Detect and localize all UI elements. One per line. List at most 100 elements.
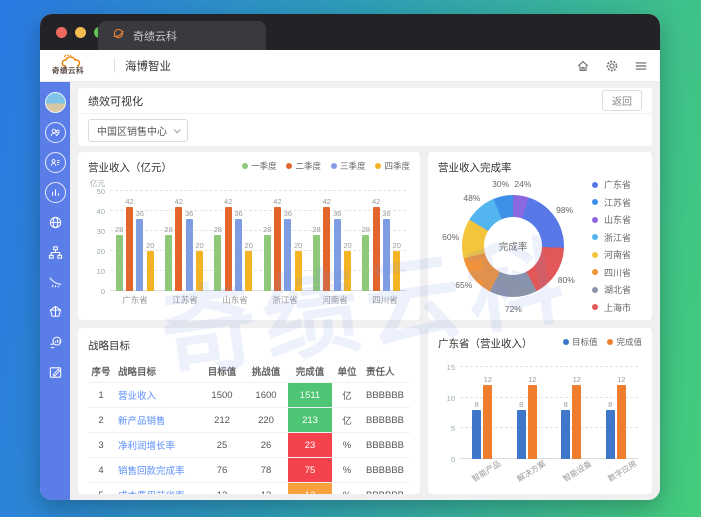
minimize-button[interactable]: [75, 27, 86, 38]
bar-value-label: 28: [263, 225, 271, 234]
menu-icon[interactable]: [633, 58, 648, 73]
bar-group: 28423620: [263, 191, 302, 291]
bar-group: 28423620: [362, 191, 401, 291]
completion-badge: 1511: [288, 383, 332, 407]
bar[interactable]: [235, 219, 242, 291]
bar-value-label: 20: [393, 241, 401, 250]
legend-item[interactable]: 完成值: [607, 336, 642, 348]
legend-dot: [331, 163, 337, 169]
bar-value-label: 12: [617, 375, 625, 384]
y-axis-tick: 30: [89, 227, 105, 236]
bar-wrap: 12: [572, 367, 581, 459]
bar-wrap: 28: [362, 191, 370, 291]
browser-tab[interactable]: 奇绩云科: [98, 21, 266, 50]
goal-link[interactable]: 新产品销售: [118, 413, 166, 427]
sidebar-item-trends[interactable]: [45, 272, 66, 293]
bar[interactable]: [617, 385, 626, 459]
bar[interactable]: [572, 385, 581, 459]
org-selector-dropdown[interactable]: 中国区销售中心: [88, 119, 188, 142]
bar[interactable]: [313, 235, 320, 291]
sidebar-item-quality[interactable]: [45, 302, 66, 323]
bar[interactable]: [284, 219, 291, 291]
bar[interactable]: [383, 219, 390, 291]
bar[interactable]: [136, 219, 143, 291]
donut-slice-label: 30%: [492, 179, 509, 189]
bar-chart-icon: [49, 186, 62, 199]
globe-icon: [48, 215, 63, 230]
bar[interactable]: [186, 219, 193, 291]
sidebar-item-contacts[interactable]: [45, 152, 66, 173]
sidebar-item-analysis[interactable]: [45, 332, 66, 353]
bar[interactable]: [214, 235, 221, 291]
legend-item[interactable]: 河南省: [592, 248, 631, 261]
bar[interactable]: [528, 385, 537, 459]
bar[interactable]: [126, 207, 133, 291]
legend-label: 江苏省: [604, 196, 631, 209]
bar[interactable]: [393, 251, 400, 291]
bar-wrap: 28: [214, 191, 222, 291]
bar[interactable]: [196, 251, 203, 291]
legend-item[interactable]: 浙江省: [592, 231, 631, 244]
legend-label: 三季度: [340, 160, 366, 172]
goal-link[interactable]: 营业收入: [118, 388, 156, 402]
legend-item[interactable]: 一季度: [242, 160, 277, 172]
legend-item[interactable]: 二季度: [286, 160, 321, 172]
bar[interactable]: [165, 235, 172, 291]
unit-cell: 亿: [332, 383, 362, 407]
sidebar-item-users[interactable]: [45, 122, 66, 143]
legend-item[interactable]: 三季度: [331, 160, 366, 172]
bar[interactable]: [561, 410, 570, 459]
bar-value-label: 20: [146, 241, 154, 250]
bar[interactable]: [606, 410, 615, 459]
row-number: 3: [88, 433, 114, 457]
legend-label: 完成值: [616, 336, 642, 348]
sidebar-item-reports[interactable]: [45, 182, 66, 203]
desktop-background: 奇绩云科 奇绩云科 海博智业: [0, 0, 701, 517]
legend-item[interactable]: 广东省: [592, 178, 631, 191]
bar[interactable]: [362, 235, 369, 291]
home-icon[interactable]: [575, 58, 590, 73]
bar-wrap: 28: [164, 191, 172, 291]
back-button[interactable]: 返回: [602, 90, 642, 111]
bar-value-label: 36: [234, 209, 242, 218]
legend-item[interactable]: 江苏省: [592, 196, 631, 209]
avatar[interactable]: [45, 92, 66, 113]
sidebar-item-global[interactable]: [45, 212, 66, 233]
bar[interactable]: [175, 207, 182, 291]
gear-icon[interactable]: [604, 58, 619, 73]
goal-link[interactable]: 销售回款完成率: [118, 463, 185, 477]
bar[interactable]: [295, 251, 302, 291]
sidebar-item-edit[interactable]: [45, 362, 66, 383]
legend-dot: [592, 234, 598, 240]
bar[interactable]: [116, 235, 123, 291]
bar[interactable]: [225, 207, 232, 291]
bar[interactable]: [373, 207, 380, 291]
goal-link[interactable]: 净利润增长率: [118, 438, 175, 452]
bar[interactable]: [264, 235, 271, 291]
legend-label: 浙江省: [604, 231, 631, 244]
bar[interactable]: [147, 251, 154, 291]
bar[interactable]: [472, 410, 481, 459]
x-axis-label: 数字应用: [606, 458, 639, 484]
bar[interactable]: [245, 251, 252, 291]
bar-value-label: 28: [115, 225, 123, 234]
legend-item[interactable]: 四季度: [375, 160, 410, 172]
challenge-value: 220: [244, 408, 288, 432]
donut-center-label: 完成率: [484, 217, 542, 275]
bar[interactable]: [517, 410, 526, 459]
legend-item[interactable]: 上海市: [592, 301, 631, 314]
bar-wrap: 8: [517, 367, 526, 459]
close-button[interactable]: [56, 27, 67, 38]
bar[interactable]: [323, 207, 330, 291]
legend-item[interactable]: 山东省: [592, 213, 631, 226]
sidebar-item-orgchart[interactable]: [45, 242, 66, 263]
goal-link[interactable]: 成本费用节省率: [118, 488, 185, 494]
legend-item[interactable]: 湖北省: [592, 283, 631, 296]
bar[interactable]: [483, 385, 492, 459]
legend-item[interactable]: 四川省: [592, 266, 631, 279]
legend-item[interactable]: 目标值: [563, 336, 598, 348]
bar[interactable]: [344, 251, 351, 291]
browser-window: 奇绩云科 奇绩云科 海博智业: [40, 14, 660, 500]
bar[interactable]: [274, 207, 281, 291]
bar[interactable]: [334, 219, 341, 291]
